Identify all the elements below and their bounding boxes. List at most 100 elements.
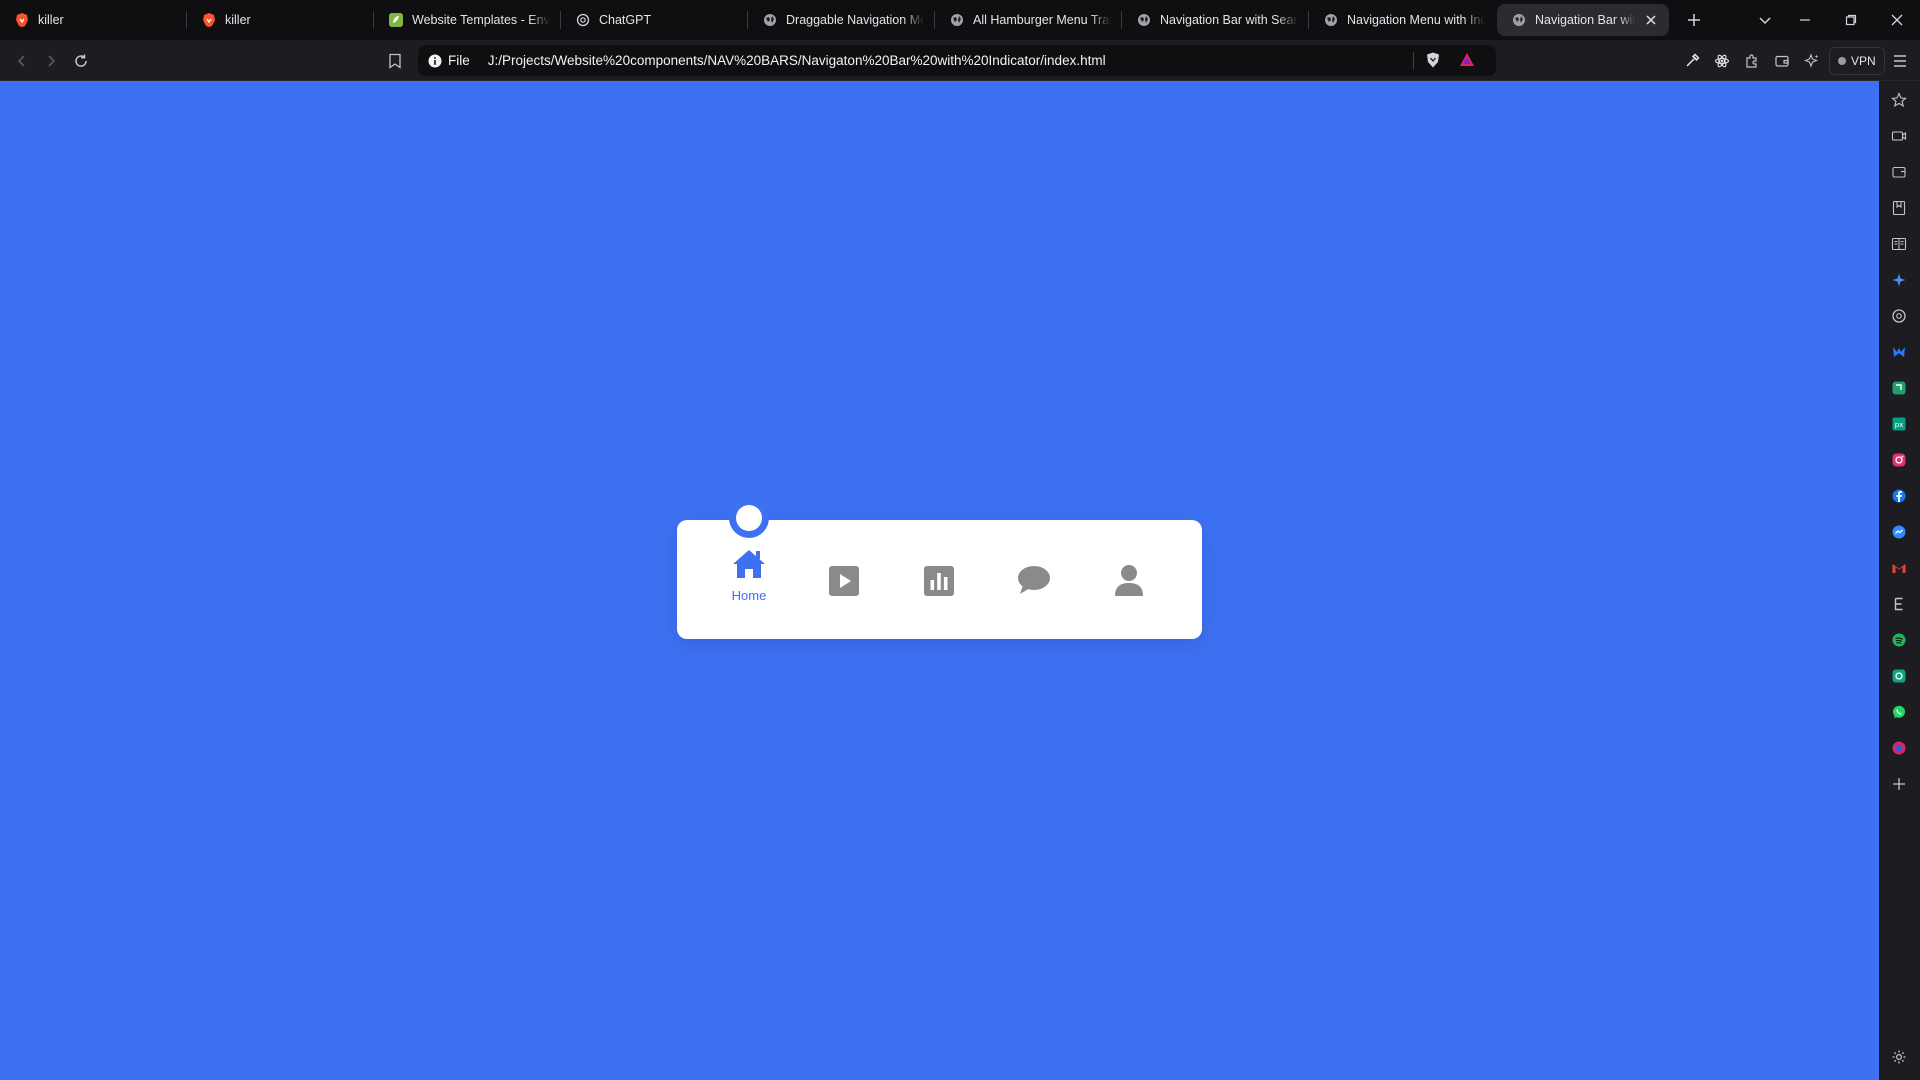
vpn-label: VPN (1851, 54, 1876, 68)
active-indicator-dot (736, 505, 762, 531)
tab-nav-bar-indicator-active[interactable]: Navigation Bar with I (1497, 4, 1669, 36)
tab-draggable-nav[interactable]: Draggable Navigation Me (748, 4, 934, 36)
tab-title: Navigation Menu with Ind (1347, 13, 1485, 27)
wallet-icon (1775, 55, 1789, 67)
color-picker-extension[interactable] (1679, 48, 1705, 74)
nav-item-home[interactable]: Home (709, 548, 789, 618)
favorites-icon[interactable] (1888, 89, 1910, 111)
leo-ai-icon[interactable] (1888, 269, 1910, 291)
instagram-icon[interactable] (1888, 449, 1910, 471)
nav-item-stats[interactable] (899, 548, 979, 618)
facebook-icon[interactable] (1888, 485, 1910, 507)
chat-bubble-icon (1018, 566, 1050, 594)
forward-button[interactable] (38, 48, 64, 74)
reload-button[interactable] (68, 48, 94, 74)
leo-ai-button[interactable] (1799, 48, 1825, 74)
url-text: J:/Projects/Website%20components/NAV%20B… (487, 53, 1106, 68)
svg-text:px: px (1895, 421, 1904, 429)
chatgpt-icon[interactable] (1888, 305, 1910, 327)
minimize-button[interactable] (1789, 4, 1821, 36)
chatgpt-logo-icon (575, 12, 591, 28)
bookmark-icon (389, 53, 401, 69)
reading-list-icon[interactable] (1888, 233, 1910, 255)
tab-title: ChatGPT (599, 13, 652, 27)
spotify-icon[interactable] (1888, 629, 1910, 651)
nav-item-play[interactable] (804, 548, 884, 618)
sparkle-icon (1804, 53, 1819, 68)
tab-nav-search[interactable]: Navigation Bar with Searc (1122, 4, 1308, 36)
arrow-right-icon (48, 55, 56, 67)
e-icon[interactable] (1888, 593, 1910, 615)
close-icon (1891, 14, 1903, 26)
tab-envato[interactable]: Website Templates - Enva (374, 4, 560, 36)
new-tab-button[interactable] (1678, 4, 1710, 36)
tab-title: killer (38, 13, 64, 27)
brave-lion-icon (14, 12, 30, 28)
close-tab-icon[interactable] (1643, 12, 1659, 28)
hamburger-menu-icon (1894, 55, 1906, 67)
site-info-button[interactable]: File (428, 53, 470, 68)
messenger-icon[interactable] (1888, 521, 1910, 543)
reload-icon (75, 54, 87, 67)
nav-label-home: Home (731, 588, 767, 603)
globe-icon (1323, 12, 1339, 28)
envato-leaf-icon (388, 12, 404, 28)
tab-killer-2[interactable]: killer (187, 4, 373, 36)
bookmark-button[interactable] (382, 48, 408, 74)
info-icon (428, 54, 442, 67)
extensions-button[interactable] (1739, 48, 1765, 74)
bookmarks-icon[interactable] (1888, 197, 1910, 219)
malwarebytes-icon[interactable] (1888, 341, 1910, 363)
settings-gear-icon[interactable] (1888, 1046, 1910, 1068)
wallet-button[interactable] (1769, 48, 1795, 74)
globe-icon (1511, 12, 1527, 28)
restore-icon (1845, 14, 1857, 26)
nav-item-chat[interactable] (994, 548, 1074, 618)
main-menu-button[interactable] (1887, 48, 1913, 74)
address-bar[interactable]: File J:/Projects/Website%20components/NA… (418, 45, 1496, 76)
add-panel-icon[interactable] (1888, 773, 1910, 795)
tab-chatgpt[interactable]: ChatGPT (561, 4, 747, 36)
globe-icon (1136, 12, 1152, 28)
puzzle-icon (1746, 54, 1757, 68)
tab-title: killer (225, 13, 251, 27)
browser-sidebar: px (1879, 81, 1920, 1080)
scheme-label: File (448, 53, 470, 68)
user-icon (1115, 565, 1143, 596)
minimize-icon (1800, 19, 1810, 21)
brave-rewards-icon[interactable] (1458, 51, 1476, 72)
react-devtools-extension[interactable] (1709, 48, 1735, 74)
url-divider (1413, 52, 1414, 69)
page-viewport: Home (0, 81, 1879, 1080)
whatsapp-icon[interactable] (1888, 701, 1910, 723)
bar-chart-icon (924, 566, 954, 596)
tab-hamburger-menu[interactable]: All Hamburger Menu Tran (935, 4, 1121, 36)
tab-search-button[interactable] (1749, 4, 1781, 36)
back-button[interactable] (9, 48, 35, 74)
play-icon (829, 566, 859, 596)
atom-icon (1714, 54, 1730, 68)
tab-title: Navigation Bar with I (1535, 13, 1635, 27)
home-icon (733, 550, 765, 578)
app-red-icon[interactable] (1888, 737, 1910, 759)
restore-button[interactable] (1835, 4, 1867, 36)
navigation-bar: Home (677, 498, 1202, 639)
threads-icon[interactable] (1888, 665, 1910, 687)
browser-toolbar: File J:/Projects/Website%20components/NA… (0, 40, 1920, 81)
brave-shields-icon[interactable] (1424, 51, 1442, 72)
gmail-icon[interactable] (1888, 557, 1910, 579)
nav-item-profile[interactable] (1089, 548, 1169, 618)
tab-killer-1[interactable]: killer (0, 4, 186, 36)
tab-title: Website Templates - Enva (412, 13, 550, 27)
pixel-icon[interactable]: px (1888, 413, 1910, 435)
vpn-button[interactable]: VPN (1829, 47, 1885, 75)
video-icon[interactable] (1888, 125, 1910, 147)
close-window-button[interactable] (1881, 4, 1913, 36)
app-icon[interactable] (1888, 377, 1910, 399)
wallet-icon[interactable] (1888, 161, 1910, 183)
vpn-status-dot-icon (1838, 57, 1846, 65)
globe-icon (762, 12, 778, 28)
tab-title: Navigation Bar with Searc (1160, 13, 1298, 27)
brave-lion-icon (201, 12, 217, 28)
tab-nav-menu-indicator[interactable]: Navigation Menu with Ind (1309, 4, 1495, 36)
